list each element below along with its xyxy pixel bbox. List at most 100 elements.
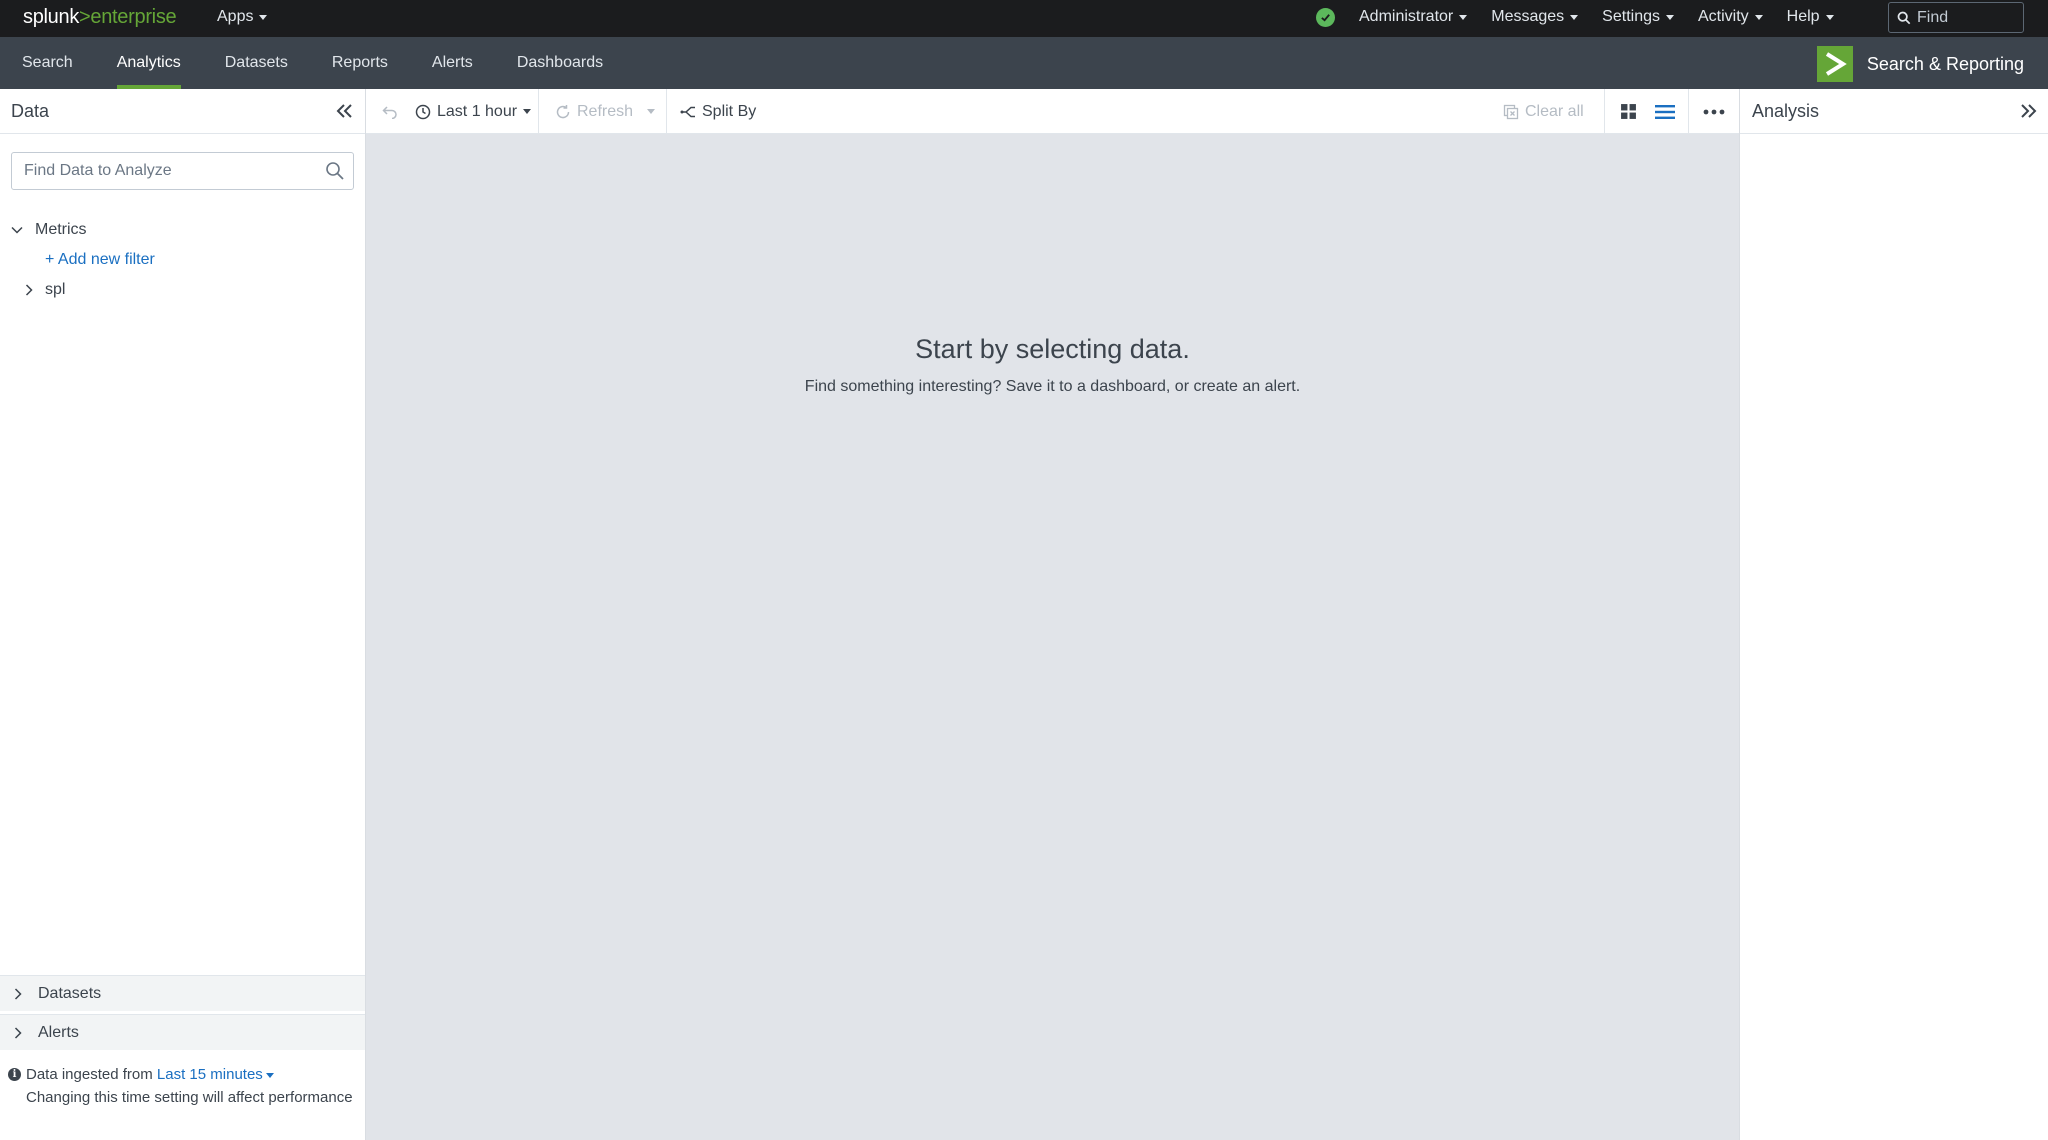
toolbar-divider	[1688, 89, 1689, 134]
undo-icon	[382, 105, 397, 119]
health-status-icon[interactable]	[1316, 8, 1335, 27]
section-alerts[interactable]: Alerts	[0, 1014, 365, 1050]
split-icon	[680, 106, 695, 117]
tab-analytics[interactable]: Analytics	[95, 37, 203, 89]
tab-reports[interactable]: Reports	[310, 37, 410, 89]
administrator-menu[interactable]: Administrator	[1359, 8, 1468, 26]
refresh-button[interactable]: Refresh	[555, 89, 656, 134]
logo-product: enterprise	[90, 6, 177, 28]
caret-down-icon	[259, 14, 268, 20]
logo-separator: >	[79, 6, 91, 28]
empty-state-subtitle: Find something interesting? Save it to a…	[804, 378, 1301, 395]
messages-menu[interactable]: Messages	[1491, 8, 1579, 26]
data-panel: Data Find Data to Analyze Metrics + Add …	[0, 89, 366, 1140]
tab-dashboards[interactable]: Dashboards	[495, 37, 625, 89]
section-datasets[interactable]: Datasets	[0, 975, 365, 1011]
grid-view-button[interactable]	[1620, 89, 1637, 134]
settings-menu-label: Settings	[1602, 8, 1660, 25]
tab-datasets[interactable]: Datasets	[203, 37, 310, 89]
caret-down-icon	[523, 109, 532, 114]
app-logo-icon	[1816, 46, 1853, 82]
splunk-logo[interactable]: splunk>enterprise	[23, 6, 177, 29]
section-label: Alerts	[38, 1023, 79, 1041]
caret-down-icon	[647, 109, 656, 114]
analysis-panel-title: Analysis	[1752, 100, 1820, 121]
analysis-toolbar: Last 1 hour Refresh Split By Clear all	[366, 89, 1739, 134]
add-filter-label: + Add new filter	[45, 251, 155, 268]
split-by-label: Split By	[702, 102, 757, 120]
find-data-placeholder: Find Data to Analyze	[24, 162, 172, 179]
analysis-panel-header: Analysis	[1740, 89, 2048, 134]
user-menus: Administrator Messages Settings Activity…	[1359, 8, 1858, 26]
ingest-range-dropdown[interactable]: Last 15 minutes	[157, 1066, 274, 1083]
grid-icon	[1621, 104, 1636, 119]
caret-down-icon	[1825, 14, 1834, 20]
refresh-icon	[556, 104, 570, 118]
toolbar-divider	[538, 89, 539, 134]
global-find-input[interactable]: Find	[1888, 2, 2024, 33]
app-bar: Search Analytics Datasets Reports Alerts…	[0, 37, 2048, 89]
find-placeholder: Find	[1917, 8, 1949, 26]
add-filter-link[interactable]: + Add new filter	[0, 245, 366, 275]
chevron-down-icon	[11, 226, 23, 234]
toolbar-divider	[1604, 89, 1605, 134]
chevron-right-icon	[25, 284, 33, 296]
help-menu-label: Help	[1786, 8, 1820, 25]
data-panel-title: Data	[11, 100, 50, 121]
clear-all-label: Clear all	[1525, 102, 1584, 120]
ingest-range-label: Last 15 minutes	[156, 1066, 263, 1083]
tab-search[interactable]: Search	[0, 37, 95, 89]
caret-down-icon	[265, 1072, 274, 1078]
analysis-canvas: Start by selecting data. Find something …	[366, 134, 1739, 1140]
help-menu[interactable]: Help	[1787, 8, 1834, 26]
undo-button[interactable]	[382, 89, 398, 134]
apps-menu-label: Apps	[217, 8, 254, 25]
more-actions-button[interactable]	[1703, 89, 1725, 134]
clear-icon	[1503, 104, 1519, 119]
ingest-note: Changing this time setting will affect p…	[26, 1089, 353, 1106]
apps-menu[interactable]: Apps	[217, 8, 268, 26]
info-icon: i	[8, 1068, 21, 1081]
messages-menu-label: Messages	[1491, 8, 1565, 25]
chevron-right-icon	[1825, 52, 1847, 76]
expand-right-icon[interactable]	[2018, 101, 2038, 121]
app-title[interactable]: Search & Reporting	[1816, 46, 2024, 82]
more-dots-icon	[1703, 109, 1725, 114]
logo-text: splunk	[23, 6, 80, 28]
list-view-button[interactable]	[1655, 89, 1675, 134]
collapse-left-icon[interactable]	[335, 101, 355, 121]
search-icon[interactable]	[325, 161, 345, 181]
app-title-label: Search & Reporting	[1866, 53, 2024, 74]
tab-alerts[interactable]: Alerts	[410, 37, 495, 89]
section-label: Datasets	[38, 984, 102, 1002]
time-range-picker[interactable]: Last 1 hour	[415, 89, 532, 134]
data-tree: Metrics + Add new filter spl	[0, 215, 366, 305]
tree-node-label: spl	[45, 281, 66, 298]
tree-node-label: Metrics	[35, 221, 87, 238]
chevron-right-icon	[14, 987, 22, 1000]
refresh-label: Refresh	[577, 102, 634, 120]
time-range-label: Last 1 hour	[437, 102, 518, 120]
global-header: splunk>enterprise Apps Administrator Mes…	[0, 0, 2048, 37]
analysis-panel: Analysis	[1739, 89, 2048, 1140]
clock-icon	[415, 104, 431, 119]
split-by-button[interactable]: Split By	[680, 89, 756, 134]
list-icon	[1655, 104, 1675, 119]
check-icon	[1321, 14, 1330, 22]
tree-node-metrics[interactable]: Metrics	[0, 215, 366, 245]
tree-node-spl[interactable]: spl	[0, 275, 366, 305]
administrator-menu-label: Administrator	[1359, 8, 1454, 25]
caret-down-icon	[1754, 14, 1763, 20]
empty-state-title: Start by selecting data.	[915, 334, 1190, 364]
caret-down-icon	[1570, 14, 1579, 20]
toolbar-divider	[666, 89, 667, 134]
chevron-right-icon	[14, 1026, 22, 1039]
find-data-input[interactable]: Find Data to Analyze	[11, 152, 354, 190]
clear-all-button[interactable]: Clear all	[1503, 89, 1584, 134]
settings-menu[interactable]: Settings	[1602, 8, 1674, 26]
caret-down-icon	[1665, 14, 1674, 20]
data-panel-header: Data	[0, 89, 365, 134]
search-icon	[1897, 11, 1911, 24]
ingest-notice: i Data ingested from Last 15 minutes Cha…	[8, 1063, 358, 1109]
activity-menu[interactable]: Activity	[1698, 8, 1763, 26]
